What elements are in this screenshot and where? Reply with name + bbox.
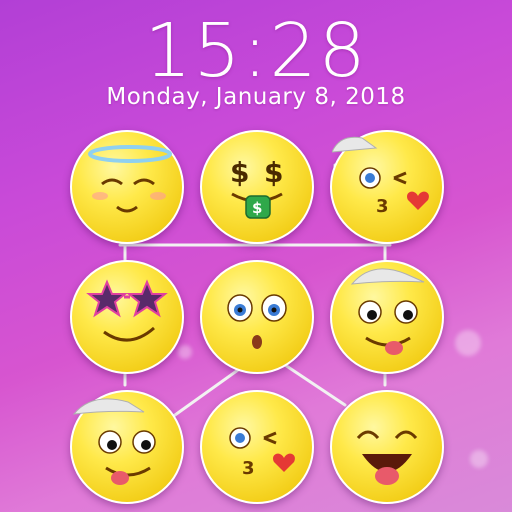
tongue-face-cap-icon [72, 398, 156, 485]
kissing-wink-face-icon: 3 [229, 427, 295, 479]
sleepy-face-icon [88, 145, 172, 213]
tongue-face-cap-icon [350, 268, 425, 355]
pattern-node-kissing-wink-face[interactable]: 3 [330, 130, 444, 244]
svg-text:$: $ [264, 156, 283, 189]
surprised-face-icon [227, 294, 287, 349]
svg-text:3: 3 [242, 458, 255, 479]
pattern-node-money-mouth-face[interactable]: $ $ $ [200, 130, 314, 244]
pattern-node-laughing-tongue-face[interactable] [330, 390, 444, 504]
kissing-wink-face-icon: 3 [332, 136, 429, 217]
pattern-node-sleepy-face[interactable] [70, 130, 184, 244]
pattern-node-kissing-wink-face-2[interactable]: 3 [200, 390, 314, 504]
svg-text:$: $ [252, 199, 262, 217]
star-glasses-face-icon [86, 279, 168, 342]
pattern-node-tongue-face-cap-2[interactable] [70, 390, 184, 504]
laughing-tongue-face-icon [356, 430, 418, 485]
pattern-node-surprised-face[interactable] [200, 260, 314, 374]
pattern-node-star-glasses-face[interactable] [70, 260, 184, 374]
pattern-node-tongue-face-cap[interactable] [330, 260, 444, 374]
svg-text:3: 3 [376, 196, 389, 217]
money-mouth-face-icon: $ $ $ [230, 156, 283, 219]
svg-text:$: $ [230, 156, 249, 189]
